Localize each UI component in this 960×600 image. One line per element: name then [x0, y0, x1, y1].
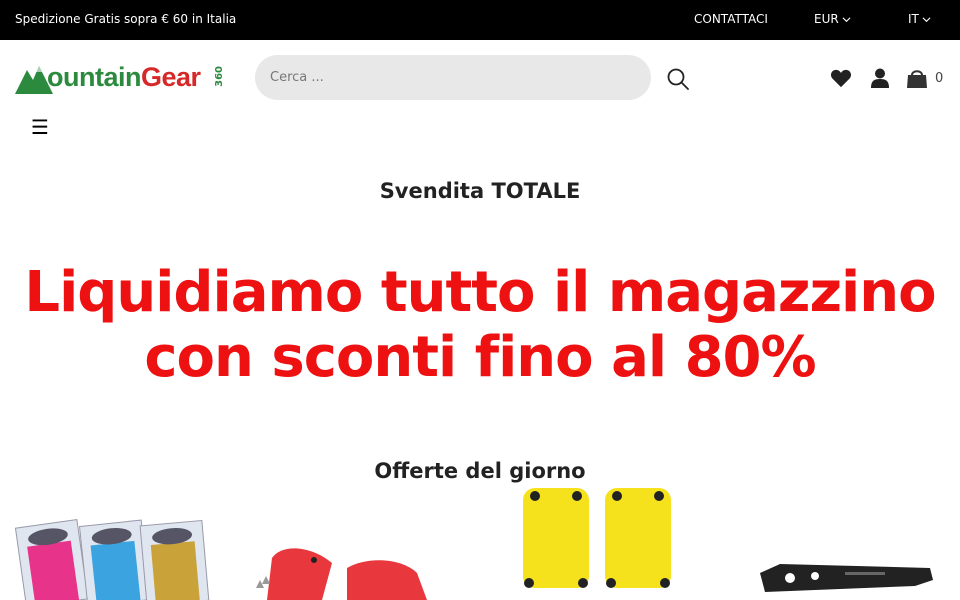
logo-suffix: 360: [214, 66, 225, 87]
product-image-1[interactable]: [15, 488, 215, 600]
logo-text: ountainGear: [47, 62, 201, 92]
product-image-2[interactable]: [252, 488, 462, 600]
cart-count: 0: [935, 71, 944, 86]
hero-banner: Liquidiamo tutto il magazzino con sconti…: [0, 260, 960, 390]
site-logo[interactable]: ountainGear 360: [15, 62, 227, 96]
currency-selector[interactable]: EUR: [814, 12, 851, 26]
shipping-notice: Spedizione Gratis sopra € 60 in Italia: [15, 12, 237, 26]
currency-label: EUR: [814, 12, 839, 26]
product-image-3[interactable]: [515, 488, 685, 600]
language-label: IT: [908, 12, 919, 26]
heart-icon[interactable]: [830, 68, 852, 88]
contact-link[interactable]: CONTATTACI: [694, 12, 768, 26]
search-input[interactable]: [255, 55, 651, 100]
user-icon[interactable]: [870, 68, 890, 88]
search-icon[interactable]: [666, 67, 690, 91]
offers-title: Offerte del giorno: [374, 459, 586, 483]
language-selector[interactable]: IT: [908, 12, 931, 26]
chevron-down-icon: [842, 16, 851, 22]
menu-icon[interactable]: ☰: [31, 117, 49, 137]
hero-line-1: Liquidiamo tutto il magazzino: [24, 260, 936, 325]
hero-line-2: con sconti fino al 80%: [144, 325, 816, 390]
sale-title: Svendita TOTALE: [379, 179, 581, 203]
chevron-down-icon: [922, 16, 931, 22]
product-image-4[interactable]: [755, 488, 935, 600]
cart-icon[interactable]: [906, 68, 928, 88]
top-bar: Spedizione Gratis sopra € 60 in Italia C…: [0, 0, 960, 40]
